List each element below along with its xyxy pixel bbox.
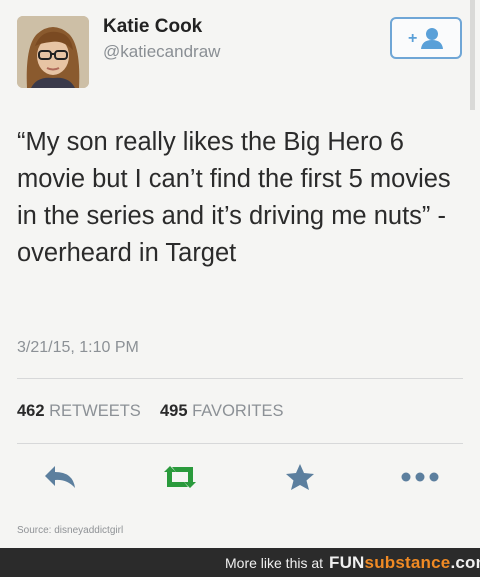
- avatar-image: [17, 16, 89, 88]
- user-name[interactable]: Katie Cook: [103, 16, 202, 38]
- favorites-count[interactable]: 495: [160, 402, 188, 420]
- tweet-text: “My son really likes the Big Hero 6 movi…: [17, 128, 451, 267]
- logo-part-substance: substance: [364, 553, 451, 572]
- footer-more-text: More like this at: [225, 555, 324, 571]
- tweet-card: Katie Cook @katiecandraw + “My son reall…: [0, 0, 480, 548]
- user-handle[interactable]: @katiecandraw: [103, 42, 220, 62]
- logo-part-fun: FUN: [329, 553, 365, 572]
- divider: [17, 443, 463, 444]
- tweet-timestamp[interactable]: 3/21/15, 1:10 PM: [17, 339, 139, 357]
- retweets-count[interactable]: 462: [17, 402, 45, 420]
- source-caption: Source: disneyaddictgirl: [17, 525, 124, 536]
- logo-part-com: .com: [450, 553, 480, 572]
- follow-button[interactable]: +: [390, 17, 462, 59]
- retweet-icon: [164, 466, 196, 488]
- more-icon: [401, 472, 439, 482]
- svg-text:+: +: [408, 30, 417, 47]
- reply-button[interactable]: [42, 463, 78, 491]
- site-logo[interactable]: FUNsubstance.com: [329, 553, 480, 573]
- tweet-stats: 462 RETWEETS 495 FAVORITES: [17, 402, 284, 421]
- footer-bar: More like this at FUNsubstance.com: [0, 548, 480, 577]
- reply-icon: [45, 466, 75, 488]
- favorites-label[interactable]: FAVORITES: [192, 402, 283, 420]
- retweet-button[interactable]: [158, 463, 202, 491]
- scrollbar[interactable]: [470, 0, 475, 110]
- retweets-label[interactable]: RETWEETS: [49, 402, 141, 420]
- favorite-icon: [286, 464, 314, 490]
- favorite-button[interactable]: [284, 463, 316, 491]
- divider: [17, 378, 463, 379]
- follow-user-icon: +: [408, 28, 443, 49]
- avatar[interactable]: [17, 16, 89, 88]
- more-button[interactable]: [400, 463, 440, 491]
